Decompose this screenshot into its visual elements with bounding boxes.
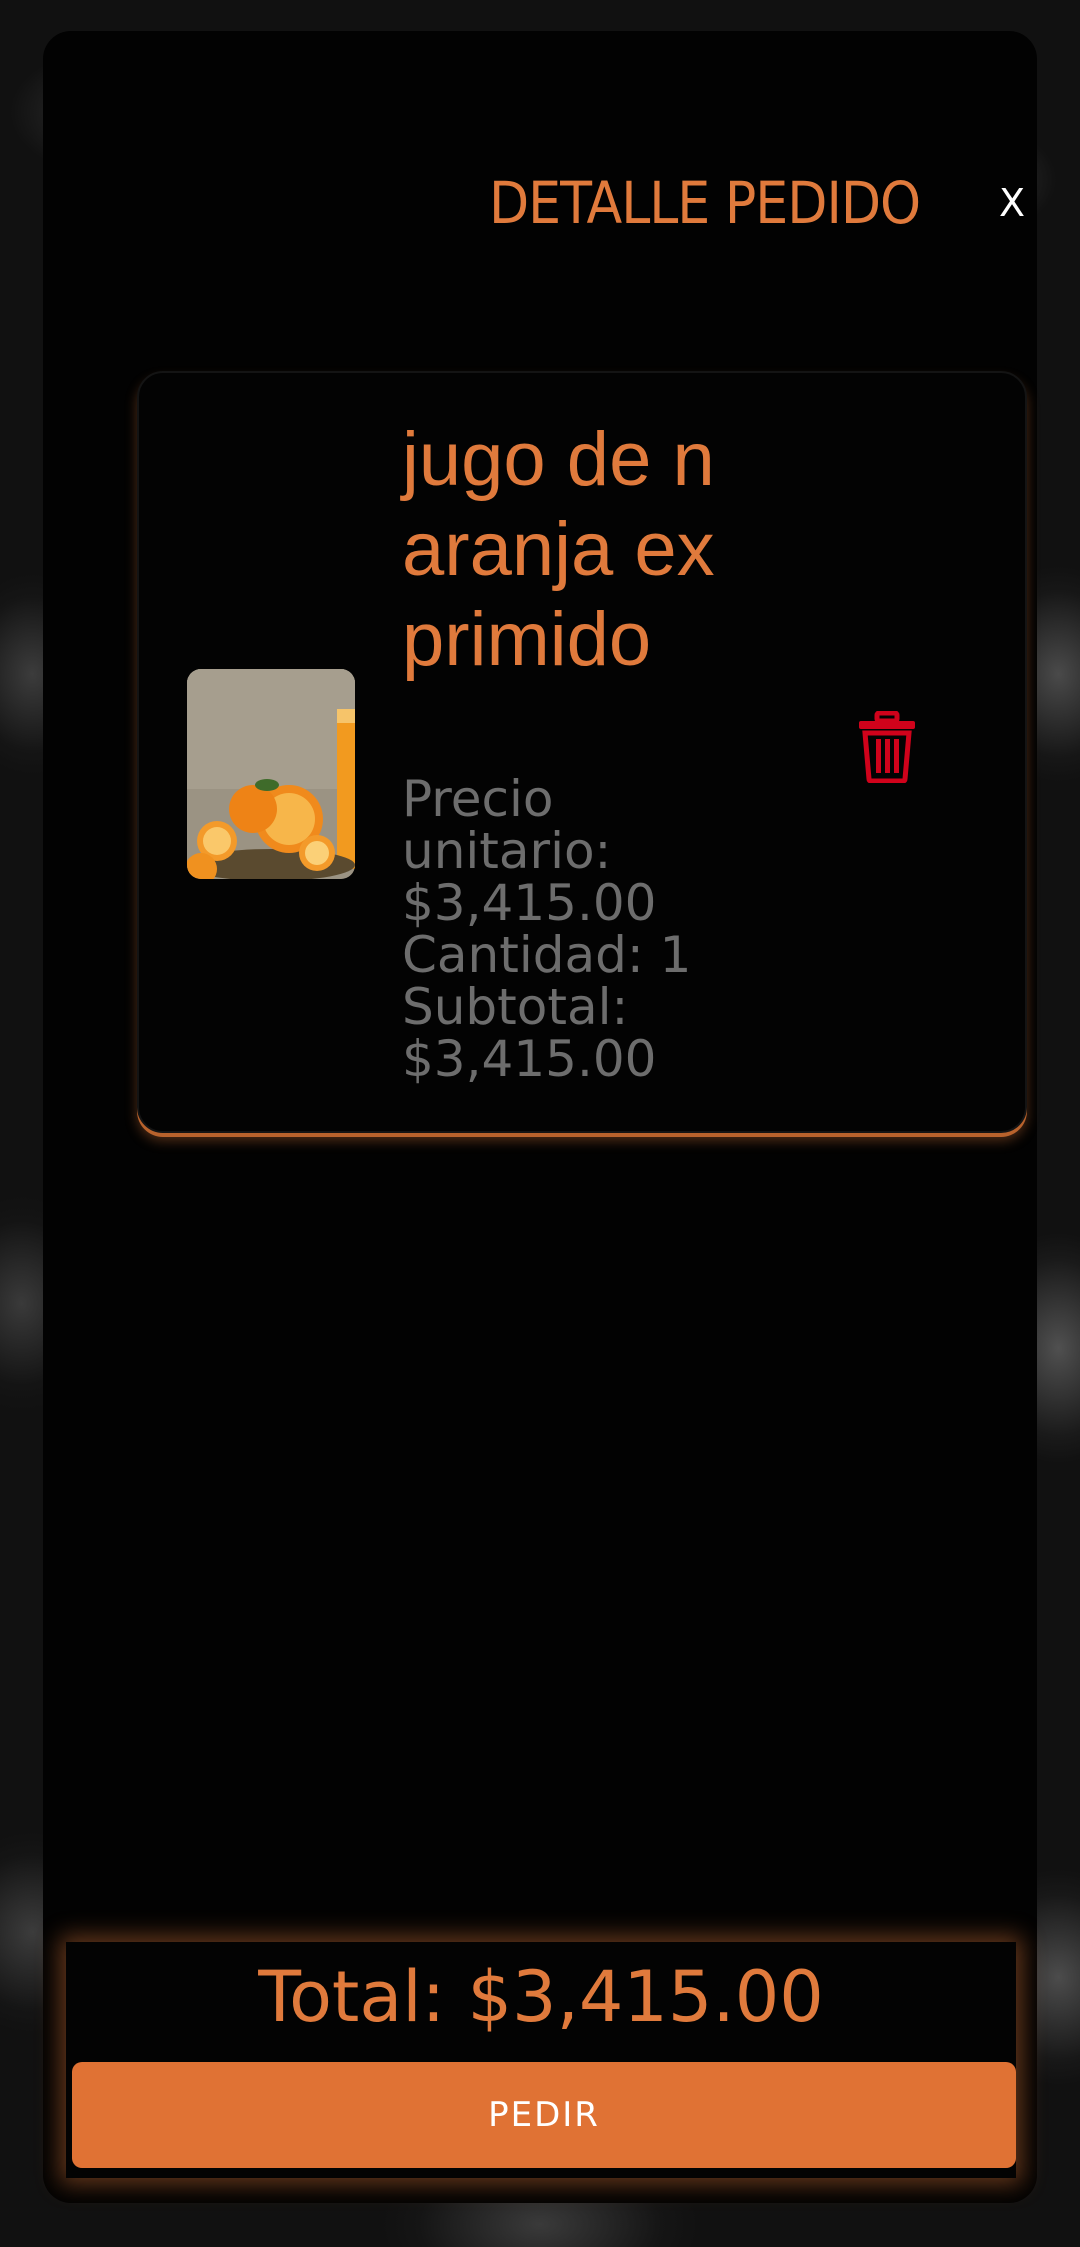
product-details: Precio unitario: $3,415.00 Cantidad: 1 S… (402, 773, 732, 1085)
page-title: DETALLE PEDIDO (489, 169, 921, 237)
close-button[interactable]: X (994, 179, 1030, 227)
order-footer: Total: $3,415.00 PEDIR (66, 1942, 1016, 2178)
delete-item-button[interactable] (857, 710, 917, 784)
quantity: Cantidad: 1 (402, 926, 692, 984)
order-total: Total: $3,415.00 (258, 1956, 824, 2038)
trash-icon (859, 710, 915, 784)
order-item-card: jugo de naranja exprimido Precio unitari… (137, 371, 1027, 1133)
product-name: jugo de naranja exprimido (402, 417, 715, 682)
product-image (187, 669, 355, 879)
unit-price: Precio unitario: $3,415.00 (402, 770, 657, 932)
place-order-button[interactable]: PEDIR (72, 2062, 1016, 2168)
order-detail-panel: DETALLE PEDIDO X jugo de naranja exprimi… (43, 31, 1037, 2203)
subtotal: Subtotal: $3,415.00 (402, 978, 657, 1088)
orange-juice-photo-icon (187, 669, 355, 879)
